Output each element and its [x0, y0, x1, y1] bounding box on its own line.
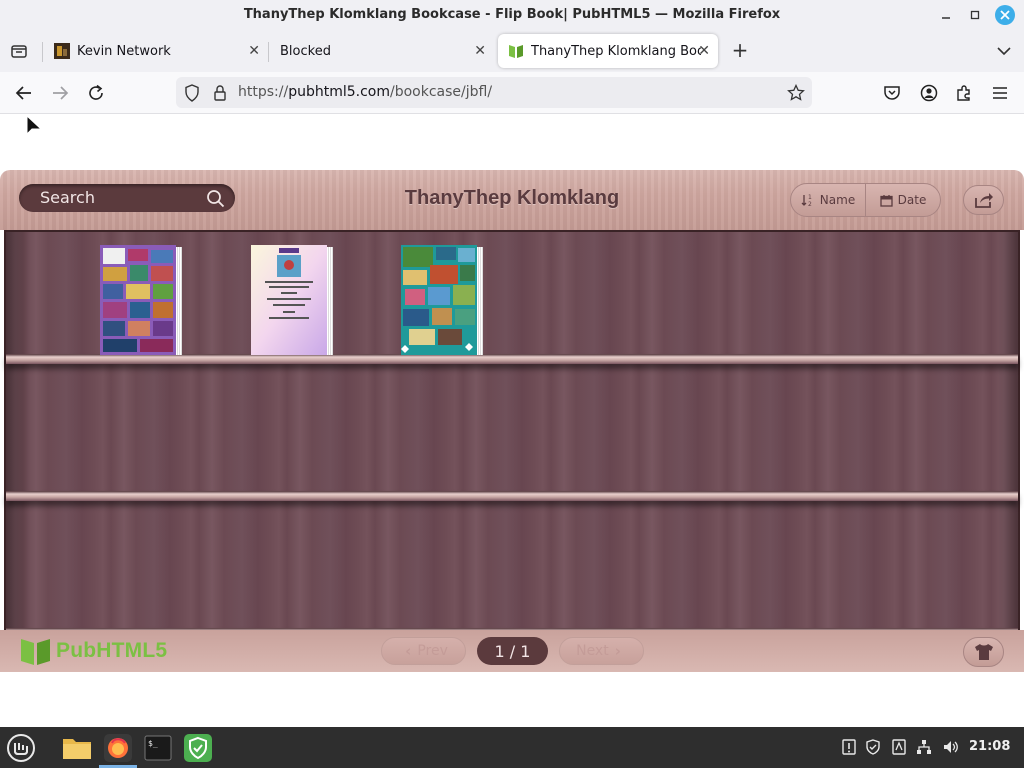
- svg-text:$_: $_: [148, 739, 158, 748]
- mouse-cursor-icon: [26, 115, 43, 136]
- url-scheme: https://: [238, 84, 289, 100]
- bookcase: Search ThanyThep Klomklang 12 Name Date: [0, 170, 1024, 672]
- kevin-network-favicon: [54, 43, 70, 59]
- firefox-icon[interactable]: [99, 730, 137, 768]
- pubhtml5-logo[interactable]: PubHTML5: [20, 636, 167, 666]
- tab-kevin-network[interactable]: Kevin Network ✕: [44, 34, 268, 68]
- shelf-board: [6, 491, 1018, 501]
- book-pages: [477, 247, 483, 355]
- tab-separator: [42, 42, 43, 62]
- pubhtml5-logo-icon: [21, 639, 50, 665]
- bookcase-footer: PubHTML5 ‹ Prev 1 / 1 Next ›: [0, 630, 1024, 672]
- lock-icon[interactable]: [209, 82, 231, 104]
- new-tab-button[interactable]: +: [729, 39, 751, 61]
- close-tab-icon[interactable]: ✕: [474, 43, 486, 59]
- book-pages: [327, 247, 333, 355]
- page-indicator: 1 / 1: [477, 637, 548, 665]
- update-manager-icon[interactable]: [840, 738, 858, 756]
- notes-icon[interactable]: [890, 738, 908, 756]
- book-cover-image: [100, 245, 176, 355]
- prev-label: Prev: [417, 643, 448, 659]
- navigation-toolbar: https://pubhtml5.com/bookcase/jbfl/: [0, 72, 1024, 114]
- tracking-shield-icon[interactable]: [181, 82, 203, 104]
- extensions-icon[interactable]: [953, 82, 975, 104]
- sort-toggle-group: 12 Name Date: [790, 183, 941, 217]
- close-icon[interactable]: [995, 5, 1015, 25]
- volume-icon[interactable]: [942, 738, 960, 756]
- account-icon[interactable]: [918, 82, 940, 104]
- svg-text:1: 1: [808, 194, 812, 201]
- network-icon[interactable]: [915, 738, 933, 756]
- close-tab-icon[interactable]: ✕: [248, 43, 260, 59]
- close-tab-icon[interactable]: ✕: [698, 43, 710, 59]
- calendar-icon: [880, 194, 893, 207]
- tab-bookcase[interactable]: ThanyThep Klomklang Book ✕: [498, 34, 718, 68]
- tab-label: Blocked: [280, 43, 331, 59]
- tab-blocked[interactable]: Blocked ✕: [270, 34, 494, 68]
- url-bar[interactable]: https://pubhtml5.com/bookcase/jbfl/: [176, 77, 812, 108]
- tab-label: ThanyThep Klomklang Book: [531, 43, 701, 59]
- sort-by-name-button[interactable]: 12 Name: [791, 184, 866, 216]
- share-icon: [974, 192, 993, 208]
- sort-date-label: Date: [897, 193, 927, 207]
- mint-menu-icon[interactable]: [2, 730, 40, 765]
- maximize-icon[interactable]: [965, 5, 985, 25]
- shield-app-icon[interactable]: [179, 730, 217, 765]
- url-path: /bookcase/jbfl/: [389, 84, 493, 100]
- shield-tray-icon[interactable]: [864, 738, 882, 756]
- theme-button[interactable]: [963, 637, 1004, 667]
- url-host: pubhtml5.com: [288, 84, 390, 100]
- bookshelf: [4, 230, 1020, 638]
- shelf-board: [6, 354, 1018, 364]
- shirt-icon: [974, 644, 993, 660]
- next-page-button[interactable]: Next ›: [559, 637, 644, 665]
- terminal-icon[interactable]: $_: [139, 730, 177, 765]
- sort-name-label: Name: [819, 193, 856, 207]
- pubhtml5-book-favicon: [509, 45, 523, 58]
- url-text[interactable]: https://pubhtml5.com/bookcase/jbfl/: [238, 84, 492, 100]
- minimize-icon[interactable]: [936, 5, 956, 25]
- files-icon[interactable]: [58, 730, 96, 765]
- share-button[interactable]: [963, 185, 1004, 215]
- book-pages: [176, 247, 182, 355]
- book-cover-image: [251, 245, 327, 355]
- back-arrow-icon[interactable]: [13, 82, 35, 104]
- tab-label: Kevin Network: [77, 43, 171, 59]
- tab-separator: [268, 42, 269, 62]
- book-cover-2[interactable]: [251, 245, 333, 355]
- bookmark-star-icon[interactable]: [785, 82, 807, 104]
- prev-page-button[interactable]: ‹ Prev: [381, 637, 466, 665]
- logo-text: PubHTML5: [56, 639, 168, 662]
- chevron-down-icon[interactable]: [993, 40, 1015, 62]
- tab-strip: Kevin Network ✕ Blocked ✕ ThanyThep Klom…: [0, 30, 1024, 72]
- window-titlebar: ThanyThep Klomklang Bookcase - Flip Book…: [0, 0, 1024, 30]
- book-cover-image: [401, 245, 477, 355]
- chevron-left-icon: ‹: [405, 642, 412, 660]
- sort-by-date-button[interactable]: Date: [866, 184, 940, 216]
- svg-text:2: 2: [808, 201, 812, 207]
- book-cover-3[interactable]: [401, 245, 483, 355]
- hamburger-menu-icon[interactable]: [989, 82, 1011, 104]
- chevron-right-icon: ›: [614, 642, 621, 660]
- pocket-icon[interactable]: [881, 82, 903, 104]
- forward-arrow-icon[interactable]: [49, 82, 71, 104]
- sort-az-icon: 12: [801, 194, 812, 207]
- window-title: ThanyThep Klomklang Bookcase - Flip Book…: [243, 7, 781, 22]
- clock[interactable]: 21:08: [969, 739, 1010, 754]
- book-cover-1[interactable]: [100, 245, 182, 355]
- firefox-view-icon[interactable]: [8, 40, 30, 62]
- taskbar: $_ 21:08: [0, 727, 1024, 768]
- reload-icon[interactable]: [85, 82, 107, 104]
- next-label: Next: [576, 643, 609, 659]
